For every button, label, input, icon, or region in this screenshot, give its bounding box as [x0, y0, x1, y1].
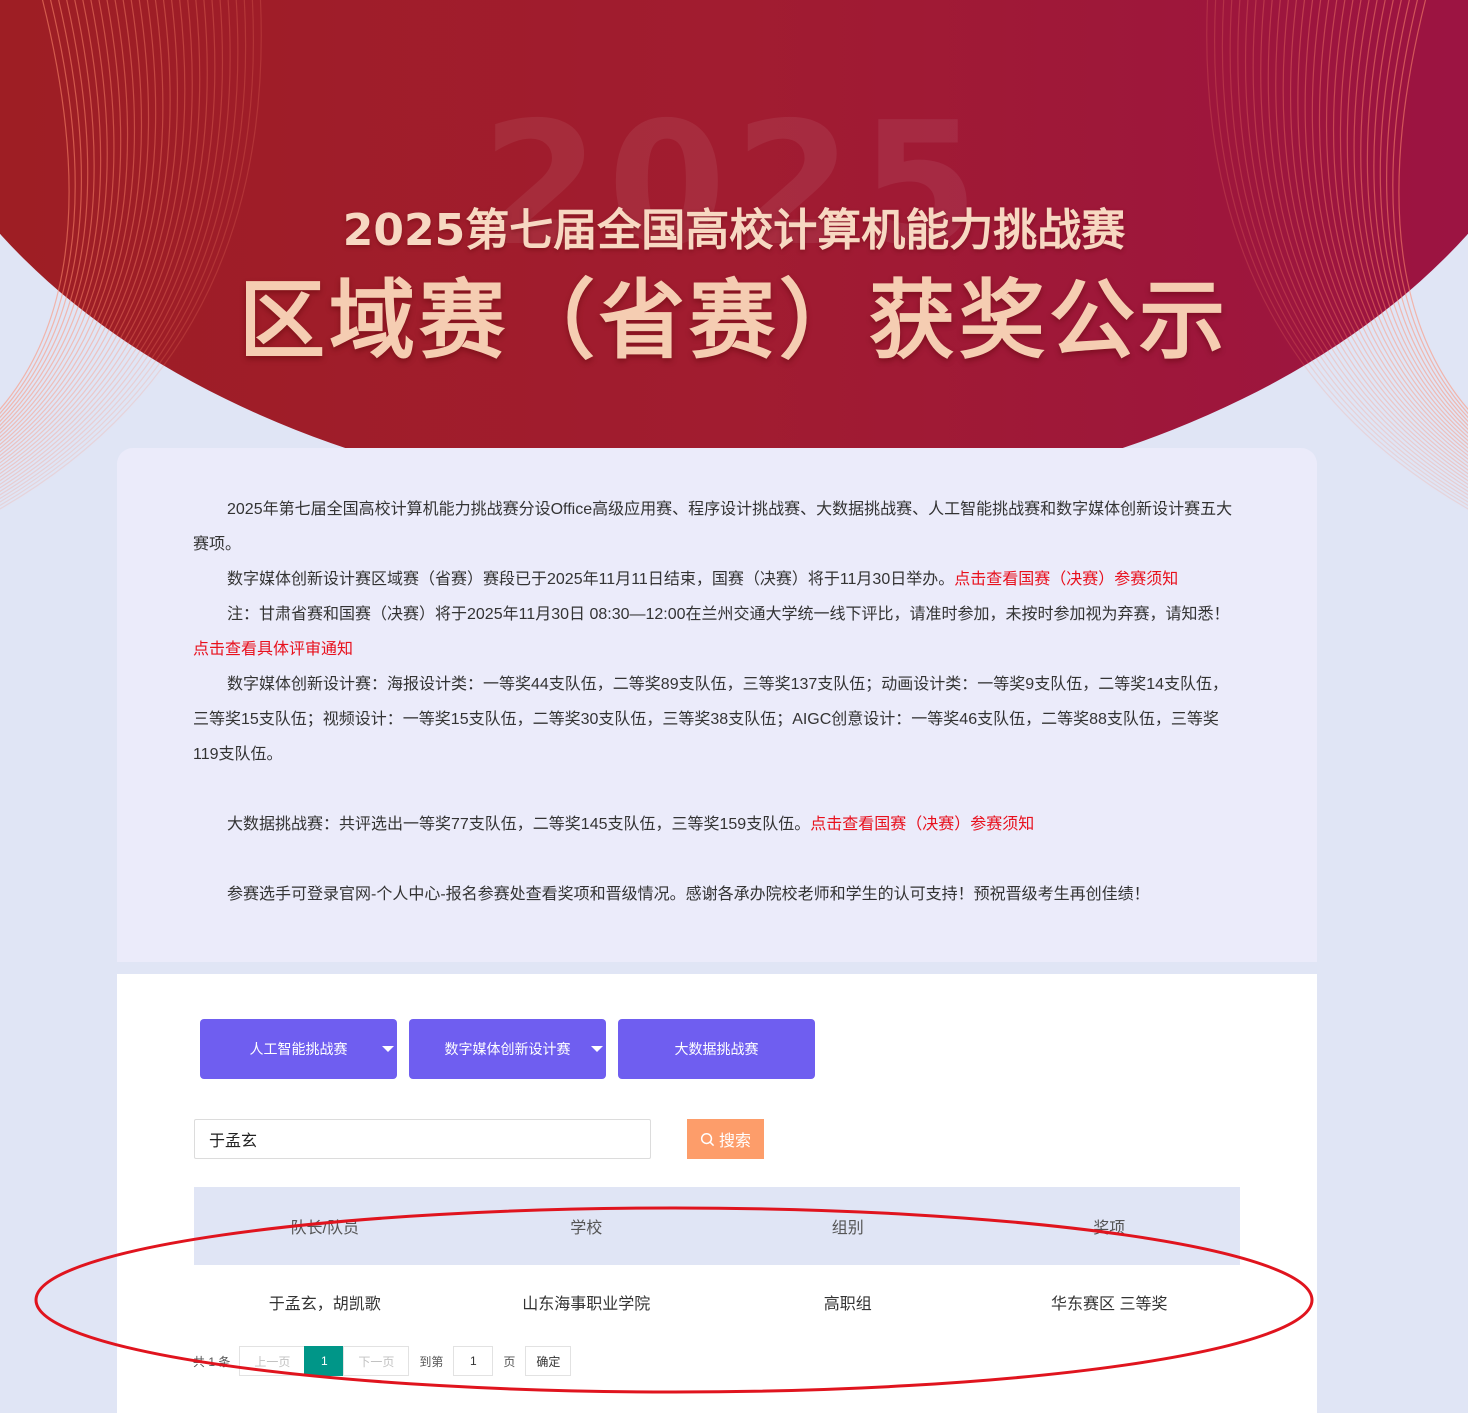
school-cell: 山东海事职业学院: [522, 1295, 651, 1313]
chevron-down-icon: [591, 1046, 603, 1052]
group-cell: 高职组: [823, 1295, 872, 1313]
award-cell: 华东赛区 三等奖: [1051, 1295, 1168, 1313]
team-members-cell: 于孟玄，胡凯歌: [268, 1295, 381, 1313]
notice-paragraph: 2025年第七届全国高校计算机能力挑战赛分设Office高级应用赛、程序设计挑战…: [193, 501, 1233, 553]
tab-digital-media[interactable]: 数字媒体创新设计赛: [409, 1019, 606, 1079]
notice-paragraph: 数字媒体创新设计赛区域赛（省赛）赛段已于2025年11月11日结束，国赛（决赛）…: [193, 562, 1241, 597]
total-count: 共 1 条: [193, 1354, 231, 1369]
banner-title: 2025第七届全国高校计算机能力挑战赛: [342, 205, 1126, 256]
search-button-label: 搜索: [718, 1133, 751, 1150]
next-page-button[interactable]: 下一页: [343, 1346, 410, 1376]
notice-text: 大数据挑战赛：共评选出一等奖77支队伍，二等奖145支队伍，三等奖159支队伍。: [227, 816, 811, 833]
pagination: 共 1 条 上一页 1 下一页 到第 页 确定: [193, 1346, 572, 1376]
goto-label: 到第: [419, 1354, 444, 1369]
notice-paragraph: 数字媒体创新设计赛：海报设计类：一等奖44支队伍，二等奖89支队伍，三等奖137…: [193, 676, 1228, 763]
search-icon: [700, 1132, 715, 1146]
header-cell: 组别: [831, 1220, 864, 1237]
bigdata-final-notice-link[interactable]: 点击查看国赛（决赛）参赛须知: [810, 816, 1034, 833]
chevron-down-icon: [382, 1046, 394, 1052]
notice-card: 2025年第七届全国高校计算机能力挑战赛分设Office高级应用赛、程序设计挑战…: [117, 448, 1317, 962]
page-unit-label: 页: [503, 1354, 516, 1369]
search-button[interactable]: 搜索: [687, 1119, 764, 1159]
header-cell: 学校: [570, 1220, 603, 1237]
notice-paragraph: 注：甘肃省赛和国赛（决赛）将于2025年11月30日 08:30—12:00在兰…: [193, 597, 1241, 667]
tab-ai-challenge[interactable]: 人工智能挑战赛: [200, 1019, 397, 1079]
tab-big-data[interactable]: 大数据挑战赛: [618, 1019, 815, 1079]
notice-text: 数字媒体创新设计赛区域赛（省赛）赛段已于2025年11月11日结束，国赛（决赛）…: [227, 571, 955, 588]
tab-label: 人工智能挑战赛: [249, 1041, 348, 1057]
table-header: 队长/队员 学校 组别 奖项: [194, 1187, 1240, 1265]
notice-paragraph: 参赛选手可登录官网-个人中心-报名参赛处查看奖项和晋级情况。感谢各承办院校老师和…: [227, 886, 1150, 903]
results-panel: 人工智能挑战赛 数字媒体创新设计赛 大数据挑战赛 搜索 队长/队员 学校 组别 …: [117, 974, 1317, 1413]
search-input[interactable]: [194, 1119, 651, 1159]
current-page[interactable]: 1: [304, 1346, 345, 1376]
prev-page-button[interactable]: 上一页: [239, 1346, 306, 1376]
banner: 2025 2025第七届全国高校计算机能力挑战赛 区域赛（省赛）获奖公示: [0, 0, 1468, 520]
final-notice-link[interactable]: 点击查看国赛（决赛）参赛须知: [954, 571, 1178, 588]
table-row: 于孟玄，胡凯歌 山东海事职业学院 高职组 华东赛区 三等奖: [194, 1265, 1240, 1338]
notice-text: 注：甘肃省赛和国赛（决赛）将于2025年11月30日 08:30—12:00在兰…: [227, 606, 1230, 623]
banner-subtitle: 区域赛（省赛）获奖公示: [239, 271, 1229, 371]
goto-page-input[interactable]: [453, 1346, 494, 1376]
goto-confirm-button[interactable]: 确定: [525, 1346, 572, 1376]
tab-label: 大数据挑战赛: [674, 1041, 759, 1057]
header-cell: 奖项: [1093, 1220, 1126, 1237]
notice-paragraph: 大数据挑战赛：共评选出一等奖77支队伍，二等奖145支队伍，三等奖159支队伍。…: [193, 807, 1241, 842]
header-cell: 队长/队员: [290, 1220, 359, 1237]
review-notice-link[interactable]: 点击查看具体评审通知: [193, 641, 353, 658]
tab-label: 数字媒体创新设计赛: [444, 1041, 571, 1057]
